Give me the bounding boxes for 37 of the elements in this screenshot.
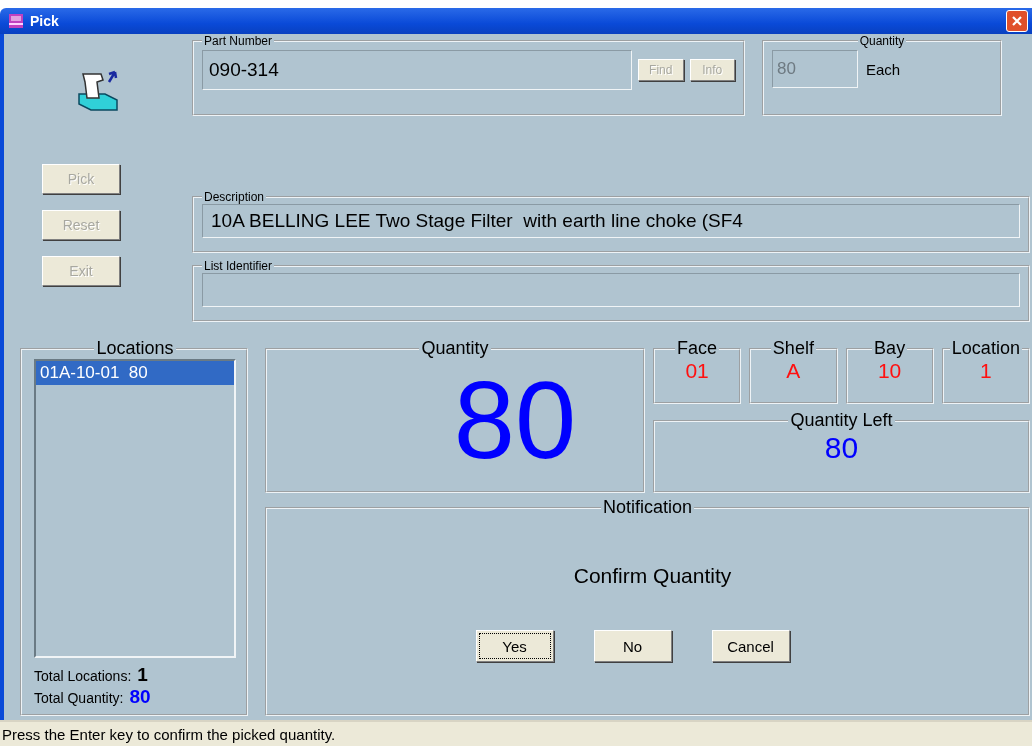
- group-label: Quantity Left: [789, 410, 894, 431]
- list-identifier-field[interactable]: [202, 273, 1020, 307]
- total-label: Total Locations:: [34, 668, 132, 684]
- tray-icon: [75, 68, 121, 112]
- status-bar: Press the Enter key to confirm the picked quantity.: [0, 720, 1032, 746]
- close-icon: [1011, 15, 1023, 27]
- description-field[interactable]: 10A BELLING LEE Two Stage Filter with earth line choke (SF4: [202, 204, 1020, 238]
- group-label: Notification: [601, 497, 693, 518]
- part-number-field[interactable]: 090-314: [202, 50, 633, 90]
- group-label: Bay: [873, 338, 907, 359]
- position-value: A: [785, 359, 802, 383]
- group-label: Shelf: [771, 338, 815, 359]
- location-item[interactable]: 01A-10-01 80: [36, 361, 234, 385]
- group-label: Location: [950, 338, 1021, 359]
- notification-message: Confirm Quantity: [573, 564, 732, 588]
- field-label: Description: [203, 190, 266, 204]
- window-title: Pick: [30, 13, 59, 29]
- total-label: Total Quantity:: [34, 690, 124, 706]
- position-value: 10: [876, 359, 903, 383]
- answer-button[interactable]: No: [593, 630, 672, 662]
- answer-button[interactable]: Yes: [475, 630, 554, 662]
- field-label: List Identifier: [203, 259, 274, 273]
- field-label: Part Number: [203, 34, 274, 48]
- unit-label: Each: [866, 60, 901, 78]
- group-label: Face: [676, 338, 719, 359]
- total-value: 1: [137, 664, 148, 686]
- total-value: 80: [129, 686, 151, 708]
- group-label: Locations: [95, 338, 175, 359]
- position-value: 01: [684, 359, 710, 383]
- quantity-left-value: 80: [823, 431, 860, 465]
- group-label: Quantity: [420, 338, 490, 359]
- field-label: Quantity: [858, 34, 906, 48]
- position-value: 1: [979, 359, 993, 383]
- close-button[interactable]: [1006, 10, 1028, 32]
- answer-button[interactable]: Cancel: [711, 630, 790, 662]
- app-icon: [8, 13, 24, 29]
- quantity-value: 80: [453, 365, 577, 475]
